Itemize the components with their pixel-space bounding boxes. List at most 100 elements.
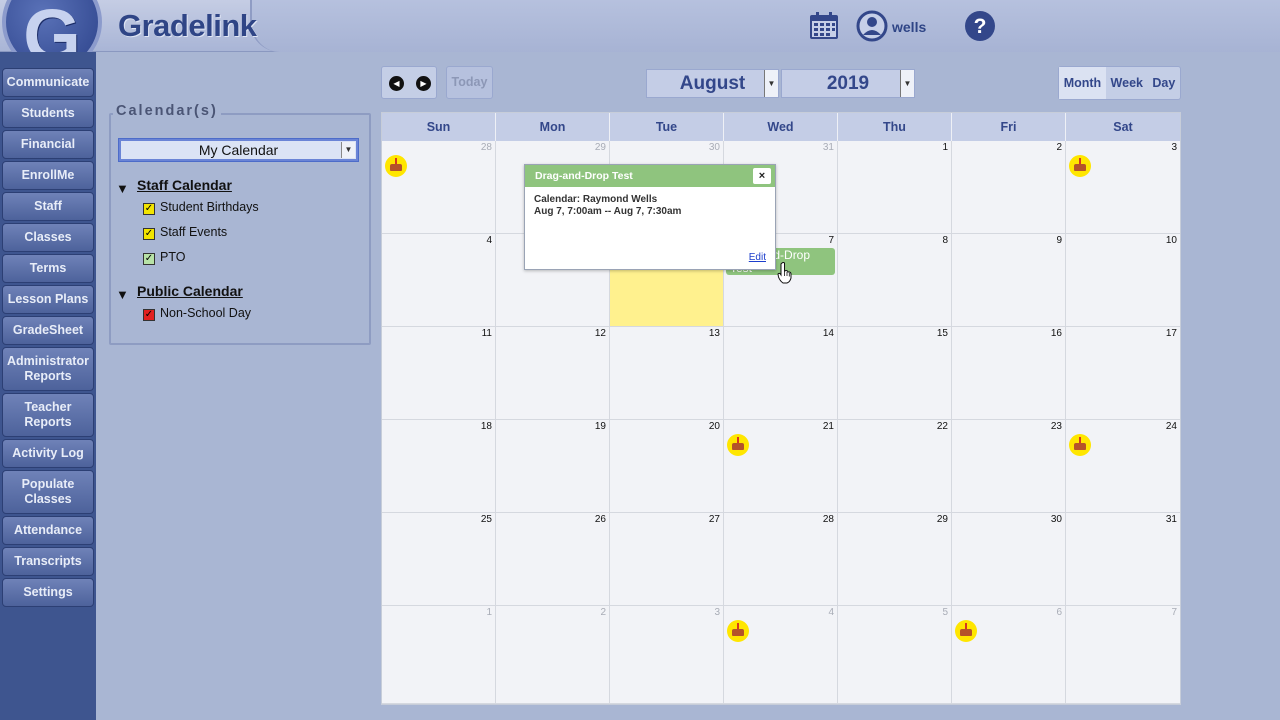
day-cell[interactable]: 28: [724, 513, 838, 606]
nav-terms-button[interactable]: Terms: [2, 254, 94, 283]
day-cell[interactable]: 11: [382, 327, 496, 420]
calendar-checkbox[interactable]: ✓: [143, 309, 155, 321]
nav-enrollme-button[interactable]: EnrollMe: [2, 161, 94, 190]
dropdown-arrow-icon[interactable]: ▼: [341, 142, 355, 158]
birthday-cake-icon[interactable]: [727, 620, 749, 642]
collapse-triangle-icon[interactable]: ▼: [116, 181, 129, 196]
day-cell[interactable]: 19: [496, 420, 610, 513]
day-cell[interactable]: 30: [952, 513, 1066, 606]
day-cell[interactable]: 9: [952, 234, 1066, 327]
event-popup: Drag-and-Drop Test × Calendar: Raymond W…: [524, 164, 776, 270]
day-cell[interactable]: 1: [838, 141, 952, 234]
day-cell[interactable]: 12: [496, 327, 610, 420]
day-cell[interactable]: 10: [1066, 234, 1180, 327]
day-cell[interactable]: 2: [496, 606, 610, 704]
day-cell[interactable]: 20: [610, 420, 724, 513]
month-select[interactable]: August ▼: [646, 69, 779, 98]
day-cell[interactable]: 18: [382, 420, 496, 513]
day-cell[interactable]: 29: [838, 513, 952, 606]
birthday-cake-icon[interactable]: [1069, 155, 1091, 177]
day-number: 2: [1056, 142, 1062, 153]
nav-transcripts-button[interactable]: Transcripts: [2, 547, 94, 576]
close-icon[interactable]: ×: [753, 168, 771, 184]
calendar-label: Staff Events: [160, 225, 228, 239]
dropdown-arrow-icon[interactable]: ▼: [900, 70, 914, 97]
day-cell[interactable]: 4: [382, 234, 496, 327]
birthday-cake-icon[interactable]: [727, 434, 749, 456]
day-number: 4: [486, 235, 492, 246]
birthday-cake-icon[interactable]: [1069, 434, 1091, 456]
nav-financial-button[interactable]: Financial: [2, 130, 94, 159]
day-view-button[interactable]: Day: [1148, 67, 1180, 99]
day-cell[interactable]: 15: [838, 327, 952, 420]
popup-time: Aug 7, 7:00am -- Aug 7, 7:30am: [534, 206, 682, 217]
day-cell[interactable]: 26: [496, 513, 610, 606]
dropdown-arrow-icon[interactable]: ▼: [764, 70, 778, 97]
day-cell[interactable]: 17: [1066, 327, 1180, 420]
nav-lesson-plans-button[interactable]: Lesson Plans: [2, 285, 94, 314]
birthday-cake-icon[interactable]: [955, 620, 977, 642]
nav-populate-classes-button[interactable]: Populate Classes: [2, 470, 94, 514]
day-cell[interactable]: 27: [610, 513, 724, 606]
weekday-header: Fri: [952, 113, 1066, 141]
nav-communicate-button[interactable]: Communicate: [2, 68, 94, 97]
view-switcher: Month Week Day: [1058, 66, 1181, 100]
day-cell[interactable]: 25: [382, 513, 496, 606]
day-cell[interactable]: 3: [610, 606, 724, 704]
collapse-triangle-icon[interactable]: ▼: [116, 287, 129, 302]
day-number: 26: [594, 514, 606, 525]
day-cell[interactable]: 8: [838, 234, 952, 327]
calendar-select[interactable]: My Calendar ▼: [119, 139, 358, 161]
day-number: 28: [480, 142, 492, 153]
day-cell[interactable]: 13: [610, 327, 724, 420]
nav-students-button[interactable]: Students: [2, 99, 94, 128]
user-icon[interactable]: [856, 10, 888, 42]
nav-classes-button[interactable]: Classes: [2, 223, 94, 252]
birthday-cake-icon[interactable]: [385, 155, 407, 177]
calendar-label: PTO: [160, 250, 186, 264]
staff-calendar-title[interactable]: Staff Calendar: [137, 177, 232, 193]
weekday-header: Tue: [610, 113, 724, 141]
week-view-button[interactable]: Week: [1106, 67, 1148, 99]
nav-staff-button[interactable]: Staff: [2, 192, 94, 221]
day-cell[interactable]: 5: [838, 606, 952, 704]
day-cell[interactable]: 1: [382, 606, 496, 704]
day-number: 24: [1165, 421, 1177, 432]
month-view-button[interactable]: Month: [1059, 67, 1106, 99]
day-cell[interactable]: 31: [1066, 513, 1180, 606]
prev-month-icon[interactable]: ◀: [389, 76, 404, 91]
year-select[interactable]: 2019 ▼: [781, 69, 915, 98]
day-cell[interactable]: 14: [724, 327, 838, 420]
day-number: 1: [942, 142, 948, 153]
next-month-icon[interactable]: ▶: [416, 76, 431, 91]
day-number: 13: [708, 328, 720, 339]
nav-administrator-reports-button[interactable]: Administrator Reports: [2, 347, 94, 391]
calendar-checkbox[interactable]: ✓: [143, 253, 155, 265]
day-cell[interactable]: 22: [838, 420, 952, 513]
nav-settings-button[interactable]: Settings: [2, 578, 94, 607]
day-cell[interactable]: 23: [952, 420, 1066, 513]
nav-gradesheet-button[interactable]: GradeSheet: [2, 316, 94, 345]
today-button[interactable]: Today: [446, 66, 493, 99]
nav-activity-log-button[interactable]: Activity Log: [2, 439, 94, 468]
nav-teacher-reports-button[interactable]: Teacher Reports: [2, 393, 94, 437]
user-name[interactable]: wells: [892, 19, 926, 35]
weekday-header: Thu: [838, 113, 952, 141]
day-number: 8: [942, 235, 948, 246]
day-number: 15: [936, 328, 948, 339]
help-icon[interactable]: ?: [964, 10, 996, 42]
popup-edit-link[interactable]: Edit: [749, 252, 766, 263]
day-number: 28: [822, 514, 834, 525]
day-cell[interactable]: 2: [952, 141, 1066, 234]
day-number: 31: [822, 142, 834, 153]
day-cell[interactable]: 16: [952, 327, 1066, 420]
day-number: 6: [1056, 607, 1062, 618]
calendar-checkbox[interactable]: ✓: [143, 228, 155, 240]
nav-attendance-button[interactable]: Attendance: [2, 516, 94, 545]
weekday-header: Sat: [1113, 120, 1133, 134]
calendar-checkbox[interactable]: ✓: [143, 203, 155, 215]
day-cell[interactable]: 7: [1066, 606, 1180, 704]
calendar-icon[interactable]: [808, 11, 840, 41]
weekday-header: Mon: [496, 113, 610, 141]
public-calendar-title[interactable]: Public Calendar: [137, 283, 243, 299]
